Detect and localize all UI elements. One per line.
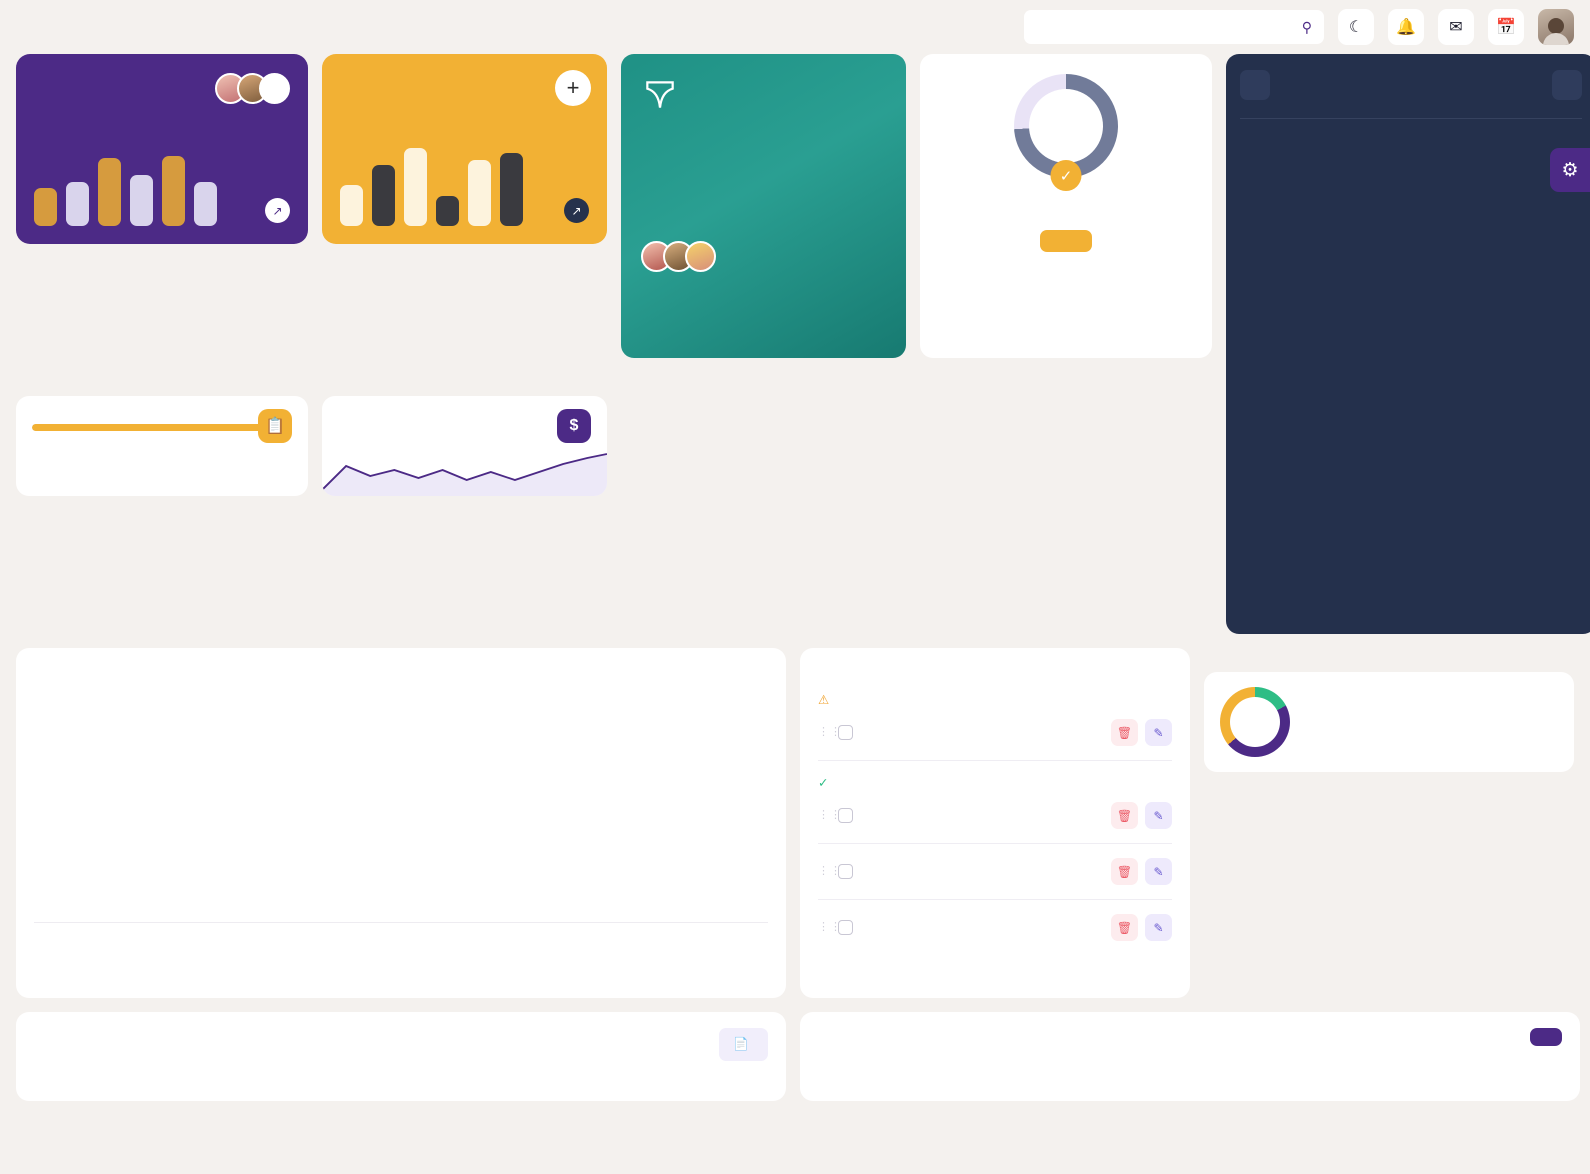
expense-card: + ↗ <box>322 54 607 244</box>
gear-icon[interactable]: ⚙ <box>1550 148 1590 192</box>
todo-item-1: ⋮⋮ 🗑 ✎ <box>818 797 1172 834</box>
top-cards-grid: ↗ + ↗ ✓ 📋 $ <box>0 54 1590 634</box>
all-projects-donut <box>1220 687 1290 757</box>
running-projects-card <box>800 1012 1580 1101</box>
table-pagination <box>16 1075 786 1101</box>
warning-icon: ⚠ <box>818 693 830 707</box>
revenue-avatars <box>215 73 290 104</box>
calendar-next-button[interactable] <box>1552 70 1582 100</box>
calendar-icon[interactable]: 📅 <box>1488 9 1524 45</box>
delete-icon[interactable]: 🗑 <box>1111 719 1138 746</box>
overview-chart <box>72 682 768 892</box>
calendar-prev-button[interactable] <box>1240 70 1270 100</box>
tasks-progress-bar <box>32 424 292 431</box>
avatar[interactable] <box>1538 9 1574 45</box>
calendar-widget <box>1226 54 1590 634</box>
gauge-card: ✓ <box>920 54 1212 358</box>
todo-checkbox[interactable] <box>838 808 853 823</box>
more-details-button[interactable] <box>1040 230 1092 252</box>
search-box[interactable]: ⚲ <box>1024 10 1324 44</box>
promo-customers <box>641 241 726 272</box>
all-projects-card <box>1204 672 1574 772</box>
avatar-more-count <box>259 73 290 104</box>
todo-item-2: ⋮⋮ 🗑 ✎ <box>818 853 1172 890</box>
drag-handle-icon[interactable]: ⋮⋮ <box>818 810 841 821</box>
drag-handle-icon[interactable]: ⋮⋮ <box>818 922 841 933</box>
delete-icon[interactable]: 🗑 <box>1111 858 1138 885</box>
delete-icon[interactable]: 🗑 <box>1111 914 1138 941</box>
todo-item-0: ⋮⋮ 🗑 ✎ <box>818 714 1172 751</box>
promo-card <box>621 54 906 358</box>
todo-section-done: ✓ <box>818 775 1172 790</box>
bell-icon[interactable]: 🔔 <box>1388 9 1424 45</box>
check-icon: ✓ <box>1050 160 1082 191</box>
edit-icon[interactable]: ✎ <box>1145 802 1172 829</box>
add-expense-button[interactable]: + <box>555 70 591 106</box>
clipboard-icon: 📋 <box>258 409 292 443</box>
overview-stats <box>34 922 768 923</box>
search-icon[interactable]: ⚲ <box>1302 19 1312 36</box>
edit-icon[interactable]: ✎ <box>1145 914 1172 941</box>
middle-row: ⚠ ⋮⋮ 🗑 ✎ ✓ ⋮⋮ 🗑 ✎ ⋮⋮ 🗑 ✎ ⋮⋮ 🗑 ✎ <box>0 634 1590 998</box>
delete-icon[interactable]: 🗑 <box>1111 802 1138 829</box>
project-overview-card <box>16 648 786 998</box>
revenue-growth: ↗ <box>265 198 290 226</box>
events-title <box>1240 118 1582 135</box>
todo-card: ⚠ ⋮⋮ 🗑 ✎ ✓ ⋮⋮ 🗑 ✎ ⋮⋮ 🗑 ✎ ⋮⋮ 🗑 ✎ <box>800 648 1190 998</box>
export-report-button[interactable]: 📄 <box>719 1028 768 1061</box>
expense-growth: ↗ <box>564 198 589 226</box>
calendar-header <box>1240 70 1582 100</box>
edit-icon[interactable]: ✎ <box>1145 719 1172 746</box>
todo-checkbox[interactable] <box>838 920 853 935</box>
moon-icon[interactable]: ☾ <box>1338 9 1374 45</box>
dollar-icon: $ <box>557 409 591 443</box>
drag-handle-icon[interactable]: ⋮⋮ <box>818 866 841 877</box>
drag-handle-icon[interactable]: ⋮⋮ <box>818 727 841 738</box>
revenue-mini-bars <box>34 141 217 226</box>
top-bar: ⚲ ☾ 🔔 ✉ 📅 <box>0 0 1590 54</box>
todo-checkbox[interactable] <box>838 725 853 740</box>
active-projects-card: 📄 <box>16 1012 786 1101</box>
shield-icon <box>646 81 674 108</box>
revenue-card: ↗ <box>16 54 308 244</box>
edit-icon[interactable]: ✎ <box>1145 858 1172 885</box>
todo-checkbox[interactable] <box>838 864 853 879</box>
progress-gauge: ✓ <box>1014 74 1118 191</box>
expense-mini-bars <box>340 141 523 226</box>
file-icon: 📄 <box>733 1037 749 1051</box>
deposit-sparkline <box>322 453 607 496</box>
tasks-card: 📋 <box>16 396 308 496</box>
mail-icon[interactable]: ✉ <box>1438 9 1474 45</box>
bottom-row: 📄 <box>0 998 1590 1115</box>
search-input[interactable] <box>1036 20 1266 34</box>
todo-item-3: ⋮⋮ 🗑 ✎ <box>818 909 1172 946</box>
check-icon: ✓ <box>818 776 829 790</box>
running-view-all-button[interactable] <box>1530 1028 1562 1046</box>
deposit-card: $ <box>322 396 607 496</box>
todo-section-pending: ⚠ <box>818 692 1172 707</box>
